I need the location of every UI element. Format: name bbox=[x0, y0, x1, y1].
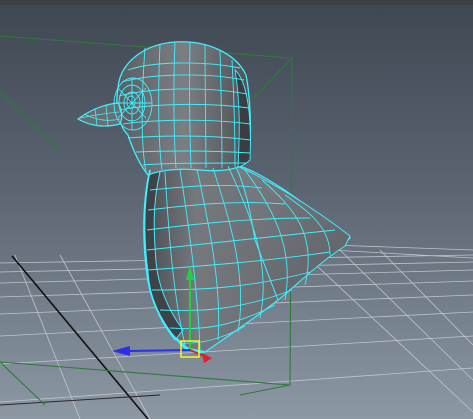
viewport-panel[interactable] bbox=[0, 0, 473, 419]
viewport-scene[interactable] bbox=[0, 0, 473, 419]
